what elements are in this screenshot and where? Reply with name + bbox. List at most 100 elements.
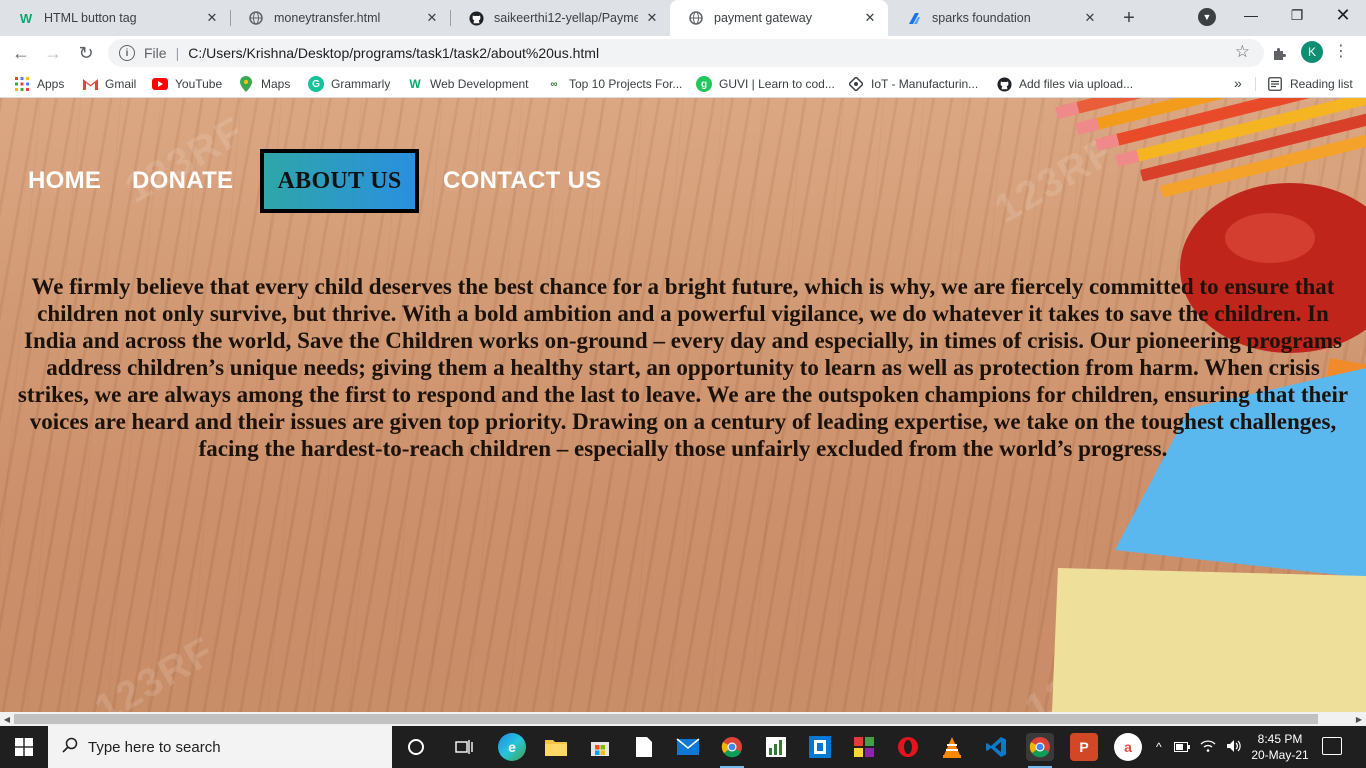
close-icon[interactable]: ✕ — [862, 10, 878, 26]
youtube-icon — [152, 76, 168, 92]
site-nav: HOME DONATE ABOUT US CONTACT US — [0, 98, 1366, 238]
system-tray: ^ — [1156, 726, 1242, 768]
volume-icon[interactable] — [1226, 739, 1242, 756]
iot-icon — [848, 76, 864, 92]
extensions-puzzle-icon[interactable] — [1268, 43, 1290, 65]
bookmark-add-files[interactable]: Add files via upload... — [996, 75, 1133, 93]
bookmark-youtube[interactable]: YouTube — [152, 75, 222, 93]
reading-list-label: Reading list — [1290, 77, 1353, 91]
tab-title: saikeerthi12-yellap/Payment- — [494, 11, 638, 25]
framed-app-icon[interactable] — [806, 733, 834, 761]
taskbar-search-box[interactable]: Type here to search — [48, 726, 392, 768]
bookmark-top-10-projects[interactable]: ∞ Top 10 Projects For... — [546, 75, 682, 93]
site-info-icon[interactable]: i — [119, 45, 135, 61]
vscode-icon[interactable] — [982, 733, 1010, 761]
profile-avatar[interactable]: K — [1301, 41, 1323, 63]
new-tab-button[interactable]: + — [1117, 6, 1141, 30]
chrome-profile-icon[interactable] — [1026, 733, 1054, 768]
opera-icon[interactable] — [894, 733, 922, 761]
bookmark-label: IoT - Manufacturin... — [871, 77, 979, 91]
more-menu-icon[interactable]: ⋮ — [1333, 41, 1349, 63]
show-hidden-icons-icon[interactable]: ^ — [1156, 740, 1162, 754]
link-icon: ∞ — [550, 78, 558, 90]
tab-sparks-foundation[interactable]: sparks foundation ✕ — [888, 0, 1108, 36]
windows-start-icon[interactable] — [0, 726, 48, 768]
powerpoint-icon[interactable]: P — [1070, 733, 1098, 761]
nav-about-us[interactable]: ABOUT US — [260, 149, 419, 213]
bookmark-guvi[interactable]: g GUVI | Learn to cod... — [696, 75, 835, 93]
window-close-icon[interactable]: ✕ — [1320, 0, 1366, 30]
bookmark-grammarly[interactable]: G Grammarly — [308, 75, 390, 93]
close-icon[interactable]: ✕ — [1082, 10, 1098, 26]
github-icon — [996, 76, 1012, 92]
bookmark-web-development[interactable]: W Web Development — [407, 75, 528, 93]
address-scheme: File — [144, 45, 167, 61]
microsoft-store-icon[interactable] — [586, 733, 614, 761]
bookmarks-bar: Apps Gmail YouTube Maps G Grammarly W We… — [0, 70, 1366, 98]
notepad-file-icon[interactable] — [630, 733, 658, 761]
scroll-left-icon[interactable]: ◀ — [0, 712, 14, 726]
tab-html-button-tag[interactable]: W HTML button tag ✕ — [0, 0, 230, 36]
clock-time: 8:45 PM — [1257, 732, 1303, 746]
chart-app-icon[interactable] — [762, 733, 790, 761]
tab-github-payment[interactable]: saikeerthi12-yellap/Payment- ✕ — [450, 0, 670, 36]
maps-pin-icon — [238, 76, 254, 92]
minimize-icon[interactable]: — — [1228, 0, 1274, 30]
reading-list-icon — [1267, 76, 1283, 92]
bookmark-gmail[interactable]: Gmail — [82, 75, 136, 93]
mail-icon[interactable] — [674, 733, 702, 761]
tab-moneytransfer[interactable]: moneytransfer.html ✕ — [230, 0, 450, 36]
bookmark-apps[interactable]: Apps — [14, 75, 64, 93]
battery-icon[interactable] — [1173, 740, 1190, 755]
search-icon — [62, 737, 78, 758]
address-bar[interactable]: i File | C:/Users/Krishna/Desktop/progra… — [108, 39, 1264, 67]
guvi-icon: g — [696, 76, 712, 92]
vlc-icon[interactable] — [938, 733, 966, 761]
bookmarks-divider — [1255, 77, 1256, 91]
nav-home[interactable]: HOME — [28, 167, 101, 195]
reload-icon[interactable]: ↻ — [73, 40, 99, 66]
address-url[interactable]: C:/Users/Krishna/Desktop/programs/task1/… — [188, 45, 599, 61]
close-icon[interactable]: ✕ — [204, 10, 220, 26]
app-ring-icon[interactable]: a — [1114, 733, 1142, 761]
windows-taskbar: Type here to search e P a ^ 8:45 PM 20-M… — [0, 726, 1366, 768]
file-explorer-icon[interactable] — [542, 733, 570, 761]
sparks-icon — [906, 10, 922, 26]
horizontal-scrollbar[interactable]: ◀ ▶ — [0, 712, 1366, 726]
bookmark-label: GUVI | Learn to cod... — [719, 77, 835, 91]
bookmarks-overflow-button[interactable]: » — [1234, 75, 1242, 91]
globe-icon — [688, 10, 704, 26]
nav-donate[interactable]: DONATE — [132, 167, 233, 195]
edge-browser-icon[interactable]: e — [498, 733, 526, 761]
nav-contact-us[interactable]: CONTACT US — [443, 167, 602, 195]
tab-title: HTML button tag — [44, 11, 137, 25]
tab-search-icon[interactable]: ▼ — [1198, 8, 1216, 26]
bookmark-star-icon[interactable]: ☆ — [1235, 42, 1250, 62]
tab-payment-gateway[interactable]: payment gateway ✕ — [670, 0, 888, 36]
chrome-icon[interactable] — [718, 733, 746, 768]
bookmark-label: Apps — [37, 77, 65, 91]
browser-toolbar: ← → ↻ i File | C:/Users/Krishna/Desktop/… — [0, 36, 1366, 70]
bookmark-label: Gmail — [105, 77, 137, 91]
bookmark-label: Grammarly — [331, 77, 391, 91]
bookmark-iot[interactable]: IoT - Manufacturin... — [848, 75, 978, 93]
taskbar-clock[interactable]: 8:45 PM 20-May-21 — [1250, 731, 1310, 763]
reading-list-button[interactable]: Reading list — [1267, 75, 1353, 93]
restore-icon[interactable]: ❐ — [1274, 0, 1320, 30]
task-view-icon[interactable] — [450, 733, 478, 761]
close-icon[interactable]: ✕ — [424, 10, 440, 26]
close-icon[interactable]: ✕ — [644, 10, 660, 26]
scroll-right-icon[interactable]: ▶ — [1352, 712, 1366, 726]
scrollbar-thumb[interactable] — [14, 714, 1318, 724]
colorful-grid-app-icon[interactable] — [850, 733, 878, 761]
forward-arrow-icon[interactable]: → — [40, 40, 66, 66]
bookmark-label: Add files via upload... — [1019, 77, 1134, 91]
bookmark-label: Maps — [261, 77, 291, 91]
sticky-note-illustration — [1052, 568, 1366, 712]
bookmark-maps[interactable]: Maps — [238, 75, 290, 93]
action-center-icon[interactable] — [1322, 737, 1342, 755]
back-arrow-icon[interactable]: ← — [8, 40, 34, 66]
wifi-icon[interactable] — [1200, 739, 1216, 755]
tab-title: sparks foundation — [932, 11, 1031, 25]
cortana-icon[interactable] — [402, 733, 430, 761]
